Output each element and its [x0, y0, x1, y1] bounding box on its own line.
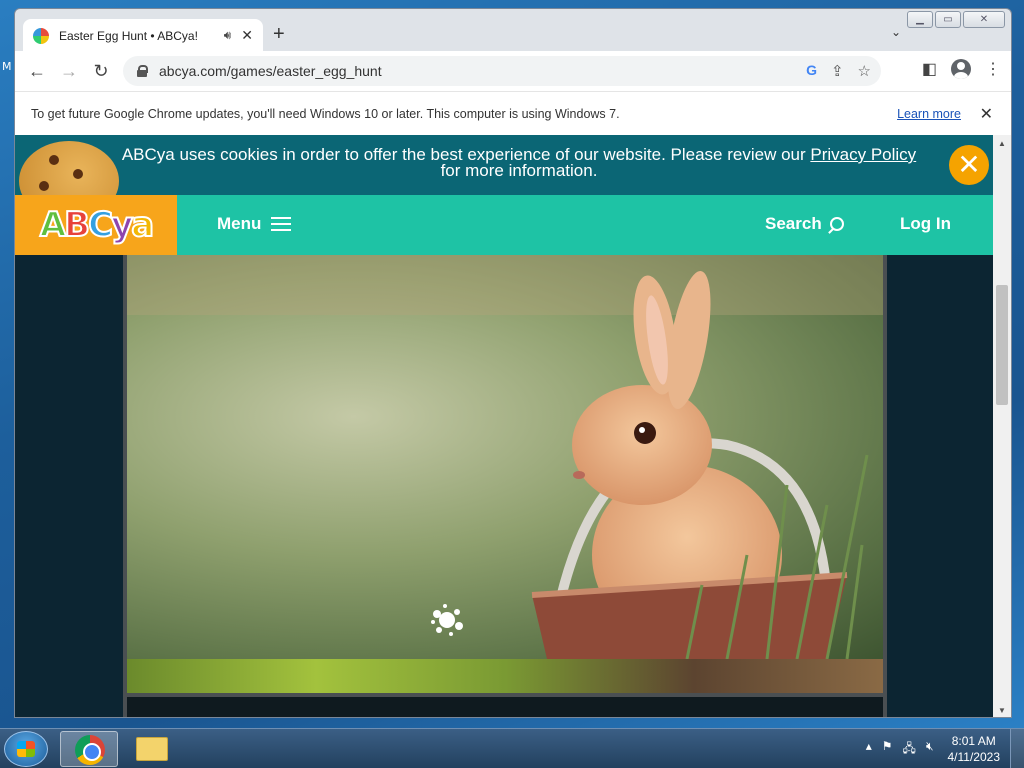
show-desktop-button[interactable] — [1010, 729, 1024, 768]
cookie-banner: ABCya uses cookies in order to offer the… — [15, 135, 995, 221]
game-bottom-strip — [127, 659, 883, 693]
learn-more-link[interactable]: Learn more — [897, 107, 961, 121]
share-icon[interactable]: ⇪ — [831, 62, 844, 80]
logo-letter: A — [39, 204, 67, 246]
cookie-close-button[interactable]: ✕ — [949, 145, 989, 185]
clock-time: 8:01 AM — [951, 734, 996, 748]
action-center-flag-icon[interactable]: ⚑ — [882, 739, 893, 760]
chrome-icon — [75, 735, 105, 765]
game-loading-image[interactable] — [127, 255, 883, 659]
loading-splash-icon — [431, 604, 463, 636]
tray-icons: ▴ ⚑ 🖧︎ 🔇︎ — [866, 739, 934, 760]
desktop-icon-fragment: M — [2, 60, 12, 73]
cookie-text-2: for more information. — [440, 161, 598, 180]
forward-button[interactable]: → — [53, 61, 85, 82]
bunny-in-basket-illustration — [127, 255, 883, 659]
omnibox-actions: G ⇪ ☆ — [806, 62, 871, 80]
site-header: ABCya Menu Search Log In — [15, 195, 995, 255]
scroll-thumb[interactable] — [996, 285, 1008, 405]
search-button[interactable]: Search — [765, 214, 844, 234]
profile-icon[interactable] — [951, 59, 971, 79]
scroll-down-arrow-icon[interactable]: ▼ — [993, 706, 1011, 715]
tab-easter-egg-hunt[interactable]: Easter Egg Hunt • ABCya! 🔊︎ ✕ — [23, 19, 263, 52]
volume-muted-icon[interactable]: 🔇︎ — [926, 739, 934, 760]
new-tab-button[interactable]: + — [273, 23, 285, 45]
logo-letter: a — [130, 204, 155, 246]
chrome-window: ▁ ▭ ✕ Easter Egg Hunt • ABCya! 🔊︎ ✕ + ⌄ … — [14, 8, 1012, 718]
hamburger-icon — [271, 217, 292, 231]
clock[interactable]: 8:01 AM 4/11/2023 — [948, 733, 1001, 765]
logo-letter: y — [110, 204, 134, 246]
google-translate-icon[interactable]: G — [806, 62, 817, 80]
update-infobar: To get future Google Chrome updates, you… — [15, 91, 1011, 135]
abcya-logo[interactable]: ABCya — [15, 195, 177, 255]
start-button[interactable] — [4, 731, 48, 767]
folder-icon — [136, 737, 168, 761]
address-bar[interactable]: abcya.com/games/easter_egg_hunt G ⇪ ☆ — [123, 56, 881, 86]
reload-button[interactable]: ↻ — [85, 61, 117, 82]
infobar-close-icon[interactable]: ✕ — [980, 104, 993, 124]
page-content: ABCya uses cookies in order to offer the… — [15, 135, 995, 717]
bookmark-star-icon[interactable]: ☆ — [858, 62, 871, 80]
scroll-up-arrow-icon[interactable]: ▲ — [993, 139, 1011, 148]
url-text[interactable]: abcya.com/games/easter_egg_hunt — [159, 63, 382, 79]
logo-letter: C — [87, 204, 114, 246]
toolbar-actions: ◧ ⋮ — [922, 59, 1001, 79]
clock-date: 4/11/2023 — [947, 750, 1001, 764]
tab-search-chevron-icon[interactable]: ⌄ — [891, 25, 901, 39]
system-tray: ▴ ⚑ 🖧︎ 🔇︎ 8:01 AM 4/11/2023 — [866, 729, 1024, 768]
taskbar-file-explorer[interactable] — [124, 731, 182, 767]
network-icon[interactable]: 🖧︎ — [903, 739, 916, 760]
taskbar: ▴ ⚑ 🖧︎ 🔇︎ 8:01 AM 4/11/2023 — [0, 728, 1024, 768]
tab-title: Easter Egg Hunt • ABCya! — [59, 28, 198, 43]
search-icon — [829, 217, 844, 231]
menu-button[interactable]: Menu — [217, 214, 292, 234]
speaker-icon[interactable]: 🔊︎ — [224, 28, 232, 43]
tab-strip: Easter Egg Hunt • ABCya! 🔊︎ ✕ + ⌄ — [15, 9, 1011, 52]
lock-icon[interactable] — [137, 65, 148, 77]
page-scrollbar[interactable]: ▲ ▼ — [993, 135, 1011, 717]
tab-close-icon[interactable]: ✕ — [241, 27, 253, 44]
cookie-message: ABCya uses cookies in order to offer the… — [89, 145, 949, 180]
game-bottom-bar — [127, 697, 883, 717]
search-label: Search — [765, 214, 822, 233]
infobar-message: To get future Google Chrome updates, you… — [31, 106, 620, 121]
privacy-policy-link[interactable]: Privacy Policy — [810, 145, 916, 164]
logo-letter: B — [63, 204, 91, 246]
show-hidden-icons-icon[interactable]: ▴ — [866, 739, 872, 760]
menu-label: Menu — [217, 214, 262, 233]
game-frame[interactable] — [123, 255, 887, 717]
menu-kebab-icon[interactable]: ⋮ — [985, 59, 1001, 79]
logo-text: ABCya — [39, 204, 155, 246]
back-button[interactable]: ← — [21, 61, 53, 82]
toolbar: ← → ↻ abcya.com/games/easter_egg_hunt G … — [15, 51, 1011, 91]
login-button[interactable]: Log In — [900, 214, 951, 234]
abcya-favicon-icon — [33, 27, 49, 44]
taskbar-chrome[interactable] — [60, 731, 118, 767]
side-panel-icon[interactable]: ◧ — [922, 59, 937, 79]
